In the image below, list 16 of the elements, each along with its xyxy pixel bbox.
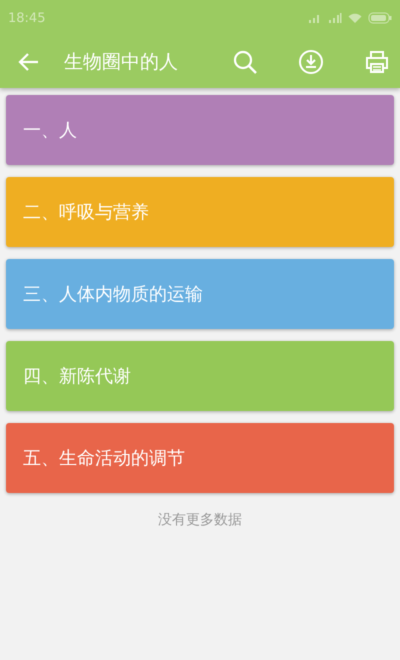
back-button[interactable] (18, 52, 40, 72)
signal-icon (308, 12, 322, 24)
print-button[interactable] (364, 49, 390, 75)
chapter-item[interactable]: 四、新陈代谢 (6, 341, 394, 411)
toolbar-title: 生物圈中的人 (64, 50, 179, 75)
wifi-icon (348, 12, 362, 24)
chapter-item[interactable]: 五、生命活动的调节 (6, 423, 394, 493)
battery-icon (368, 12, 392, 24)
chapter-item[interactable]: 一、人 (6, 95, 394, 165)
no-more-data-text: 没有更多数据 (158, 511, 242, 529)
search-button[interactable] (232, 49, 258, 75)
chapter-item[interactable]: 三、人体内物质的运输 (6, 259, 394, 329)
download-button[interactable] (298, 49, 324, 75)
signal-icon (328, 12, 342, 24)
chapter-item[interactable]: 二、呼吸与营养 (6, 177, 394, 247)
status-time: 18:45 (8, 10, 46, 26)
